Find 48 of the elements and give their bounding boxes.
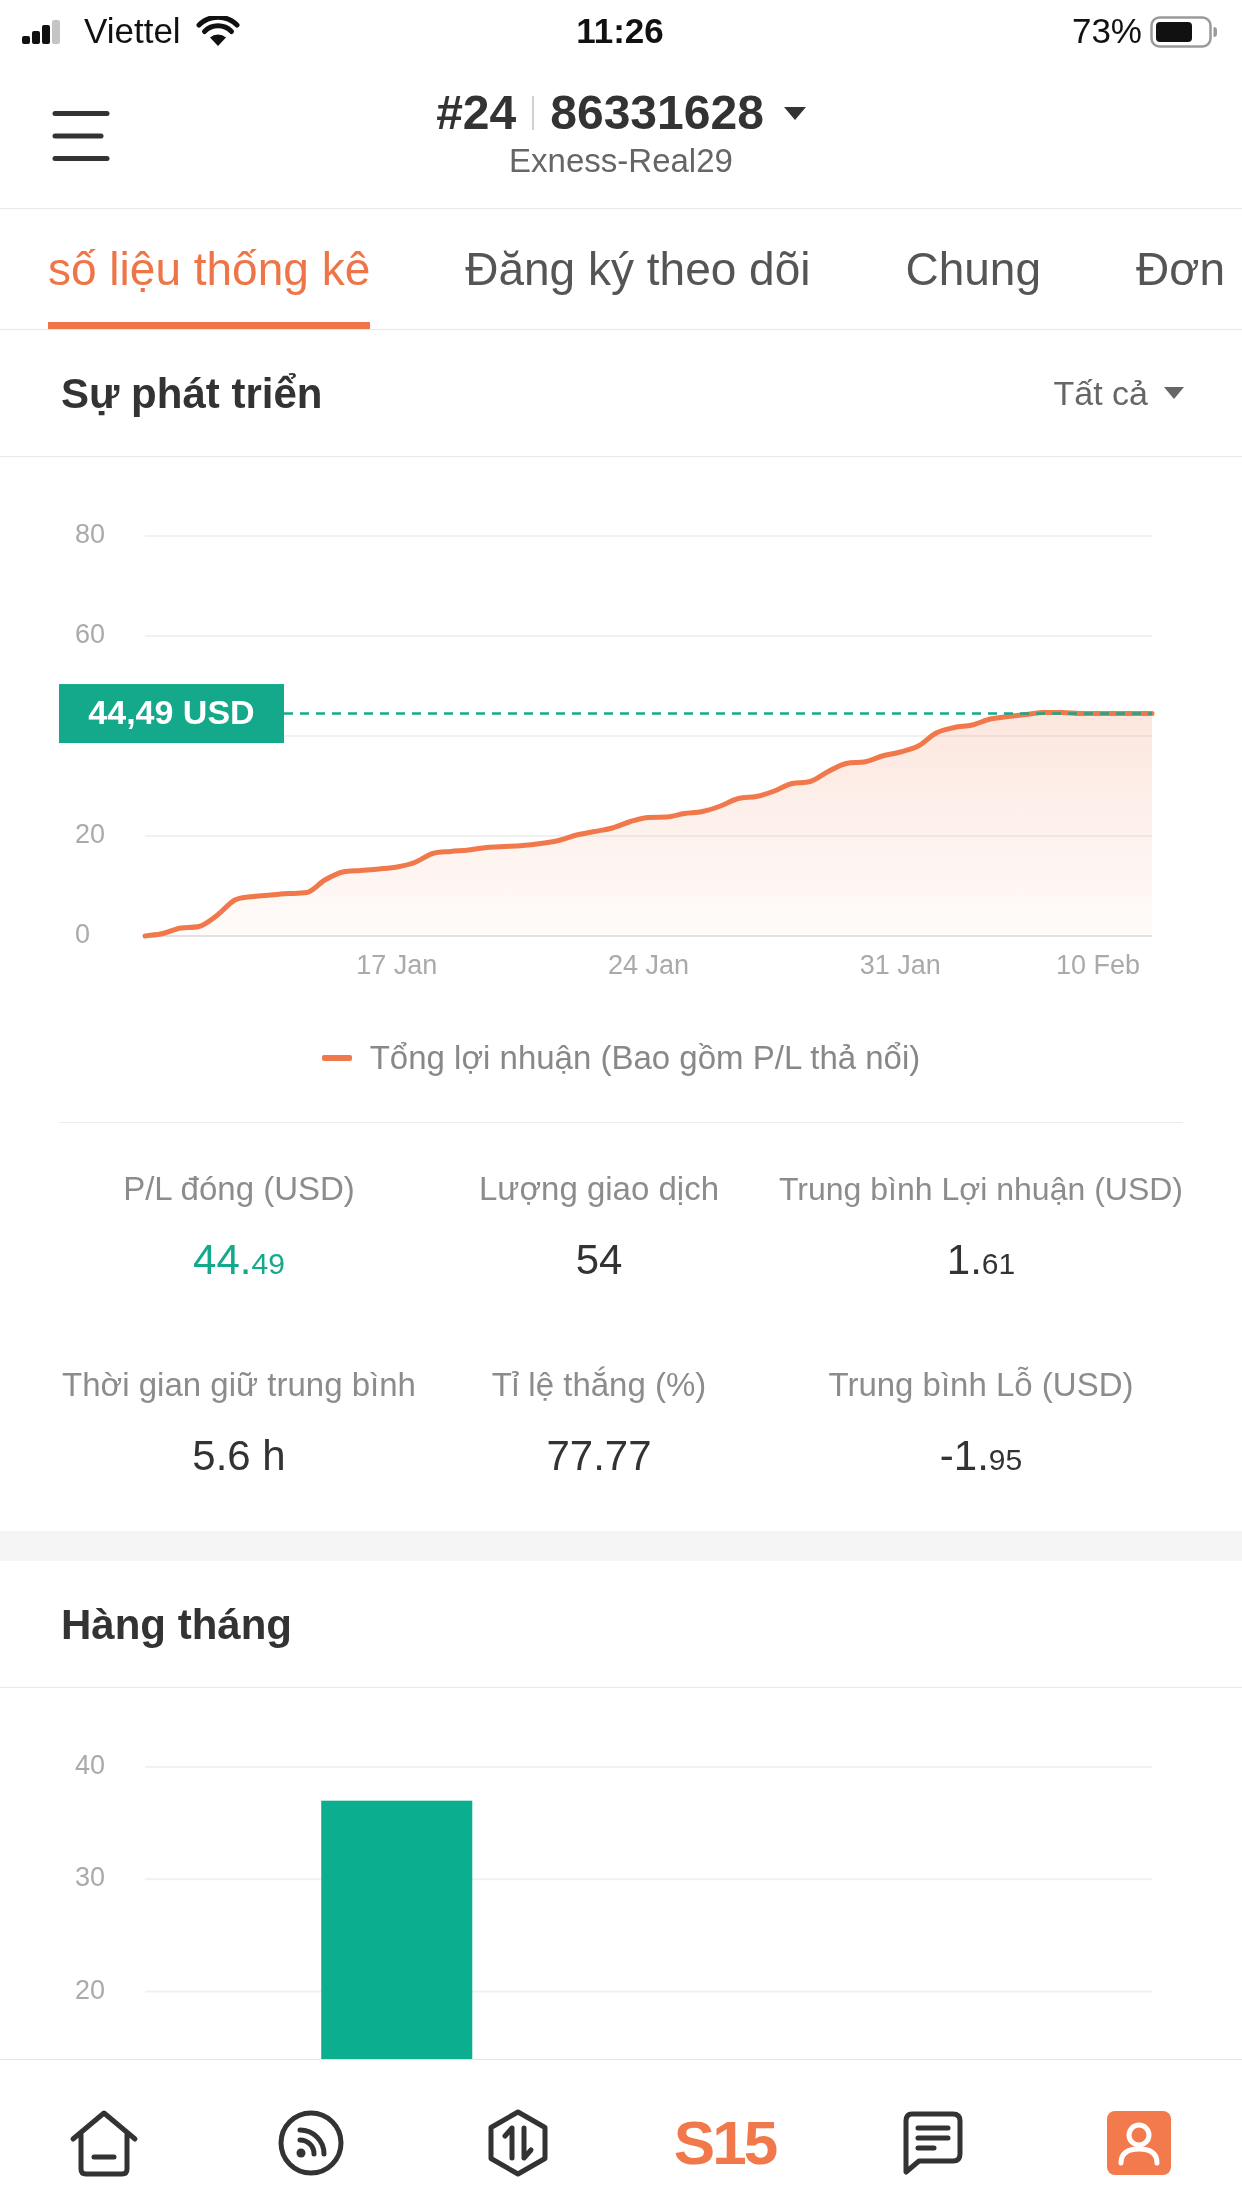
stat-value: 77.77 <box>546 1431 652 1481</box>
wifi-icon <box>195 15 240 48</box>
stat-label: Thời gian giữ trung bình <box>62 1365 416 1405</box>
up-down-arrows-icon[interactable] <box>486 2108 549 2177</box>
filter-dropdown[interactable]: Tất cả <box>1053 367 1184 419</box>
battery-percent: 73% <box>1071 10 1142 53</box>
signal-icon <box>22 19 62 44</box>
stat-label: Trung bình Lỗ (USD) <box>828 1365 1134 1405</box>
section-title: Sự phát triển <box>61 368 323 419</box>
account-id: 86331628 <box>550 85 764 141</box>
axis-label: 60 <box>75 619 106 650</box>
tab[interactable]: Đăng ký theo dõi <box>465 243 811 329</box>
tab[interactable]: Chung <box>905 243 1042 329</box>
stat-label: P/L đóng (USD) <box>123 1169 355 1209</box>
stat-value: 5.6 h <box>192 1431 286 1481</box>
stat-value: -1.95 <box>939 1431 1023 1481</box>
axis-label: 30 <box>75 1862 106 1893</box>
axis-label: 80 <box>75 519 106 550</box>
caret-icon <box>1164 387 1184 399</box>
profile-icon[interactable] <box>1106 2110 1171 2175</box>
caret-icon[interactable] <box>783 106 806 120</box>
rss-icon[interactable] <box>277 2109 344 2176</box>
stat-value: 54 <box>575 1235 623 1285</box>
stat-value: 44.49 <box>193 1235 285 1285</box>
carrier-name: Viettel <box>84 10 181 53</box>
stat-label: Trung bình Lợi nhuận (USD) <box>779 1170 1183 1209</box>
value-tag: 44,49 USD <box>59 684 284 744</box>
axis-label: 40 <box>75 1750 106 1781</box>
axis-label: 24 Jan <box>607 950 690 981</box>
axis-label: 20 <box>75 819 106 850</box>
axis-label: 31 Jan <box>859 950 941 981</box>
clock-time: 11:26 <box>576 10 664 53</box>
legend-label: Tổng lợi nhuận (Bao gồm P/L thả nổi) <box>369 1038 921 1079</box>
account-number: #24 <box>436 85 517 141</box>
home-icon[interactable] <box>68 2108 139 2177</box>
stat-value: 1.61 <box>946 1235 1016 1285</box>
section-title: Hàng tháng <box>61 1599 292 1650</box>
ref-line-label: 44,49 USD <box>88 692 255 731</box>
server-name: Exness-Real29 <box>509 141 733 181</box>
battery-icon <box>1150 15 1218 48</box>
axis-label: 10 Feb <box>1056 950 1141 981</box>
axis-label: 0 <box>75 919 91 950</box>
axis-label: 20 <box>75 1974 106 2005</box>
stat-label: Tỉ lệ thắng (%) <box>491 1365 707 1405</box>
stat-label: Lượng giao dịch <box>478 1169 720 1209</box>
axis-label: 17 Jan <box>356 950 438 981</box>
tab[interactable]: Đơn <box>1136 243 1225 329</box>
menu-icon[interactable] <box>52 109 110 162</box>
